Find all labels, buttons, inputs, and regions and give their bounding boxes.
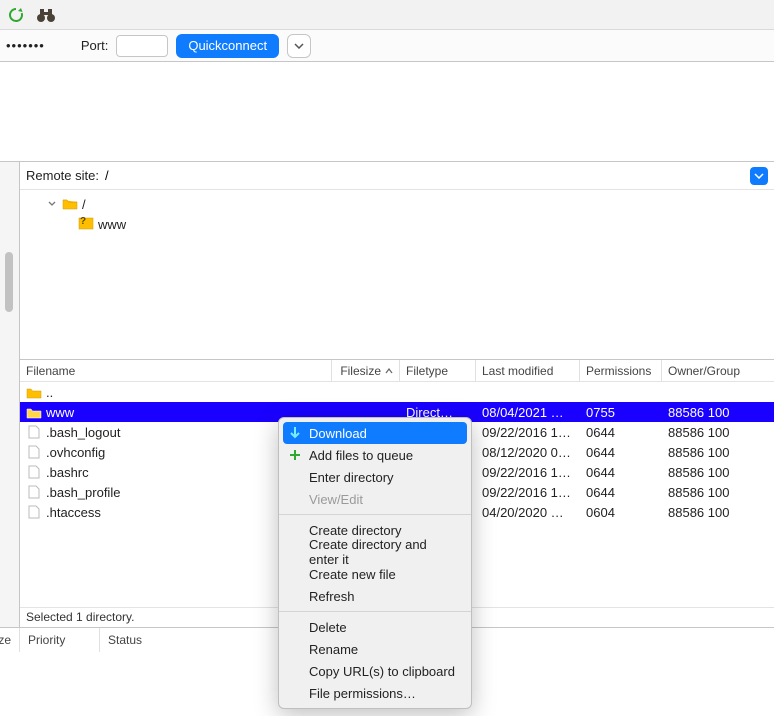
file-modified: 09/22/2016 1… (476, 485, 580, 500)
file-modified: 08/12/2020 0… (476, 445, 580, 460)
local-pane-collapsed (0, 162, 20, 627)
menu-rename[interactable]: Rename (279, 638, 471, 660)
file-modified: 04/20/2020 … (476, 505, 580, 520)
download-arrow-icon (287, 425, 303, 441)
file-owner: 88586 100 (662, 505, 754, 520)
file-permissions: 0755 (580, 405, 662, 420)
sort-asc-icon (385, 364, 393, 378)
folder-unknown-icon: ? (78, 217, 94, 231)
file-icon (26, 465, 42, 479)
file-name: .bash_profile (46, 485, 120, 500)
menu-download[interactable]: Download (283, 422, 467, 444)
remote-tree[interactable]: / ? www (20, 190, 774, 360)
menu-enter-directory[interactable]: Enter directory (279, 466, 471, 488)
file-icon (26, 485, 42, 499)
file-row[interactable]: .. (20, 382, 774, 402)
add-queue-icon (287, 447, 303, 463)
remote-site-label: Remote site: (26, 168, 99, 183)
port-input[interactable] (116, 35, 168, 57)
folder-icon (26, 405, 42, 419)
file-icon (26, 505, 42, 519)
quickconnect-bar: ••••••• Port: Quickconnect (0, 30, 774, 62)
menu-create-new-file[interactable]: Create new file (279, 563, 471, 585)
file-owner: 88586 100 (662, 405, 754, 420)
menu-refresh[interactable]: Refresh (279, 585, 471, 607)
col-filetype[interactable]: Filetype (400, 360, 476, 381)
col-filesize[interactable]: Filesize (332, 360, 400, 381)
menu-add-to-queue[interactable]: Add files to queue (279, 444, 471, 466)
file-owner: 88586 100 (662, 465, 754, 480)
remote-site-dropdown[interactable] (750, 167, 768, 185)
menu-create-directory-enter[interactable]: Create directory and enter it (279, 541, 471, 563)
file-modified: 08/04/2021 … (476, 405, 580, 420)
tree-child-node[interactable]: ? www (26, 214, 768, 234)
file-permissions: 0644 (580, 485, 662, 500)
menu-separator (279, 611, 471, 612)
tree-node-label: / (82, 197, 86, 212)
file-owner: 88586 100 (662, 485, 754, 500)
context-menu: Download Add files to queue Enter direct… (278, 417, 472, 709)
menu-separator (279, 514, 471, 515)
binoculars-icon[interactable] (36, 5, 56, 25)
quickconnect-button[interactable]: Quickconnect (176, 34, 279, 58)
list-header[interactable]: Filename Filesize Filetype Last modified… (20, 360, 774, 382)
tree-node-label: www (98, 217, 126, 232)
file-icon (26, 445, 42, 459)
file-permissions: 0644 (580, 465, 662, 480)
file-name: .htaccess (46, 505, 101, 520)
menu-view-edit: View/Edit (279, 488, 471, 510)
file-permissions: 0644 (580, 445, 662, 460)
refresh-icon[interactable] (6, 5, 26, 25)
file-name: .bashrc (46, 465, 89, 480)
menu-delete[interactable]: Delete (279, 616, 471, 638)
menu-copy-urls[interactable]: Copy URL(s) to clipboard (279, 660, 471, 682)
file-owner: 88586 100 (662, 425, 754, 440)
file-name: .. (46, 385, 53, 400)
file-modified: 09/22/2016 1… (476, 465, 580, 480)
quickconnect-history-dropdown[interactable] (287, 34, 311, 58)
file-name: www (46, 405, 74, 420)
folder-icon (26, 385, 42, 399)
file-name: .bash_logout (46, 425, 120, 440)
port-label: Port: (81, 38, 108, 53)
disclosure-triangle-icon[interactable] (46, 200, 58, 208)
file-icon (26, 425, 42, 439)
icon-toolbar (0, 0, 774, 30)
file-name: .ovhconfig (46, 445, 105, 460)
tree-root-node[interactable]: / (26, 194, 768, 214)
queue-col-status[interactable]: Status (100, 628, 150, 652)
password-field-masked[interactable]: ••••••• (6, 38, 45, 53)
queue-col-priority[interactable]: Priority (20, 628, 100, 652)
col-filename[interactable]: Filename (20, 360, 332, 381)
file-owner: 88586 100 (662, 445, 754, 460)
file-permissions: 0644 (580, 425, 662, 440)
remote-site-path-input[interactable] (105, 165, 744, 187)
col-permissions[interactable]: Permissions (580, 360, 662, 381)
folder-icon (62, 197, 78, 211)
scrollbar-thumb[interactable] (5, 252, 13, 312)
menu-file-permissions[interactable]: File permissions… (279, 682, 471, 704)
file-modified: 09/22/2016 1… (476, 425, 580, 440)
message-log (0, 62, 774, 162)
queue-col-size[interactable]: ize (0, 628, 20, 652)
col-ownergroup[interactable]: Owner/Group (662, 364, 754, 378)
file-permissions: 0604 (580, 505, 662, 520)
col-lastmodified[interactable]: Last modified (476, 360, 580, 381)
